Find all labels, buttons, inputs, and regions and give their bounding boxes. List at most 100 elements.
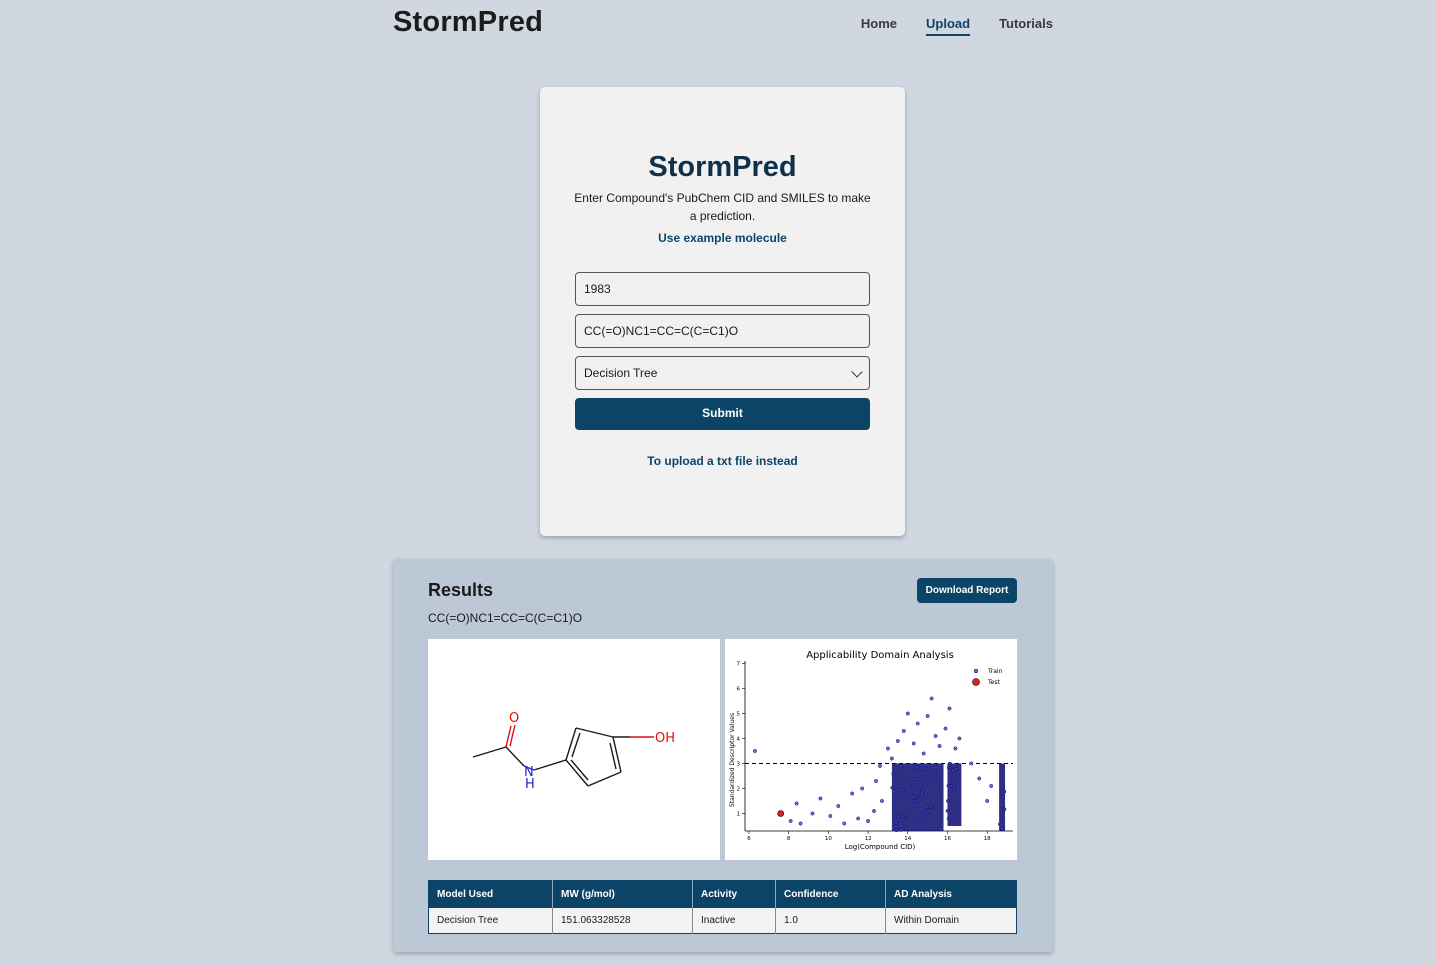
train-point <box>912 795 917 799</box>
test-point <box>777 810 785 817</box>
chart-ylabel: Standardized Descriptor Values <box>729 713 736 807</box>
model-select[interactable]: Decision Tree <box>575 356 870 390</box>
train-point <box>920 793 925 797</box>
train-point <box>946 799 950 803</box>
train-point <box>928 804 933 809</box>
table-row: Decision Tree 151.063328528 Inactive 1.0… <box>428 908 1017 934</box>
train-point <box>928 770 933 775</box>
train-point <box>896 791 900 796</box>
molecule-structure-image: O N H OH <box>428 639 720 860</box>
train-point <box>946 765 951 770</box>
train-point <box>889 756 894 761</box>
train-point <box>1002 789 1007 794</box>
train-point <box>951 785 956 789</box>
train-point <box>810 811 815 816</box>
train-point <box>872 809 876 813</box>
train-point <box>860 786 865 791</box>
x-tick-label: 10 <box>825 836 832 842</box>
train-point <box>937 819 942 824</box>
train-point <box>894 824 898 828</box>
smiles-input[interactable]: CC(=O)NC1=CC=C(C=C1)O <box>575 314 870 348</box>
train-point <box>828 814 833 818</box>
train-point <box>937 744 942 748</box>
train-point <box>866 819 871 823</box>
train-point <box>898 828 903 832</box>
train-point <box>918 784 922 788</box>
x-tick-label: 18 <box>984 836 991 842</box>
train-point <box>890 785 895 790</box>
nav-home[interactable]: Home <box>861 16 897 36</box>
col-header-model: Model Used <box>428 880 553 908</box>
train-point <box>894 821 898 825</box>
train-point <box>924 772 929 776</box>
train-point <box>924 780 929 785</box>
train-point <box>896 815 901 819</box>
train-point <box>914 777 918 782</box>
train-point <box>885 746 890 751</box>
legend-train-label: Train <box>987 668 1003 675</box>
y-tick-label: 1 <box>737 812 741 818</box>
train-point <box>938 827 943 831</box>
train-point <box>915 765 920 769</box>
brand-logo[interactable]: StormPred <box>393 6 543 39</box>
train-point <box>897 776 901 781</box>
y-tick-label: 4 <box>737 737 741 743</box>
use-example-link[interactable]: Use example molecule <box>540 231 905 245</box>
nav-tutorials[interactable]: Tutorials <box>999 16 1053 36</box>
train-point <box>939 774 944 779</box>
atom-label-h: H <box>525 777 535 792</box>
download-report-button[interactable]: Download Report <box>917 578 1017 603</box>
form-title: StormPred <box>648 151 797 183</box>
x-tick-label: 8 <box>787 836 791 842</box>
train-point <box>901 817 906 822</box>
train-point <box>989 784 994 788</box>
train-point <box>977 776 982 781</box>
chevron-down-icon <box>851 366 863 378</box>
submit-button[interactable]: Submit <box>575 398 870 430</box>
upload-txt-link[interactable]: To upload a txt file instead <box>540 454 905 468</box>
train-point <box>904 794 909 799</box>
model-select-value: Decision Tree <box>584 366 658 380</box>
prediction-form-card: StormPred Enter Compound's PubChem CID a… <box>540 87 905 536</box>
train-point <box>985 799 990 803</box>
train-point <box>856 816 861 821</box>
train-point <box>1000 826 1004 831</box>
train-point <box>943 726 948 731</box>
legend-test-marker <box>972 678 980 686</box>
train-point <box>788 819 793 823</box>
cid-input[interactable]: 1983 <box>575 272 870 306</box>
legend-train-marker <box>973 668 979 674</box>
train-point <box>894 763 898 767</box>
train-point <box>906 785 911 790</box>
smiles-input-value: CC(=O)NC1=CC=C(C=C1)O <box>584 324 739 338</box>
molecule-svg: O N H OH <box>472 711 675 792</box>
train-point <box>929 696 934 701</box>
col-header-ad: AD Analysis <box>885 880 1017 908</box>
train-point <box>904 813 908 818</box>
train-point <box>947 706 952 711</box>
train-point <box>951 807 956 812</box>
cell-ad: Within Domain <box>885 908 1017 934</box>
train-point <box>895 739 900 743</box>
train-point <box>901 788 905 792</box>
y-tick-label: 6 <box>737 687 741 693</box>
nav-upload[interactable]: Upload <box>926 16 971 36</box>
results-table: Model Used MW (g/mol) Activity Confidenc… <box>428 880 1017 934</box>
train-point <box>874 779 878 783</box>
x-tick-label: 14 <box>904 836 911 842</box>
train-point <box>933 734 938 738</box>
x-tick-label: 6 <box>747 836 751 842</box>
train-point <box>836 804 841 808</box>
cell-model: Decision Tree <box>428 908 553 934</box>
train-point <box>794 801 799 806</box>
ad-scatter-svg: Applicability Domain Analysis Log(Compou… <box>729 650 1013 851</box>
results-panel: Results Download Report CC(=O)NC1=CC=C(C… <box>393 559 1053 952</box>
train-point <box>933 771 938 776</box>
form-subtitle: Enter Compound's PubChem CID and SMILES … <box>574 191 871 223</box>
y-tick-label: 5 <box>737 712 741 718</box>
chart-title: Applicability Domain Analysis <box>806 650 954 661</box>
train-point <box>894 828 899 833</box>
x-tick-label: 12 <box>865 836 872 842</box>
train-point <box>926 808 931 813</box>
train-point <box>969 761 974 766</box>
